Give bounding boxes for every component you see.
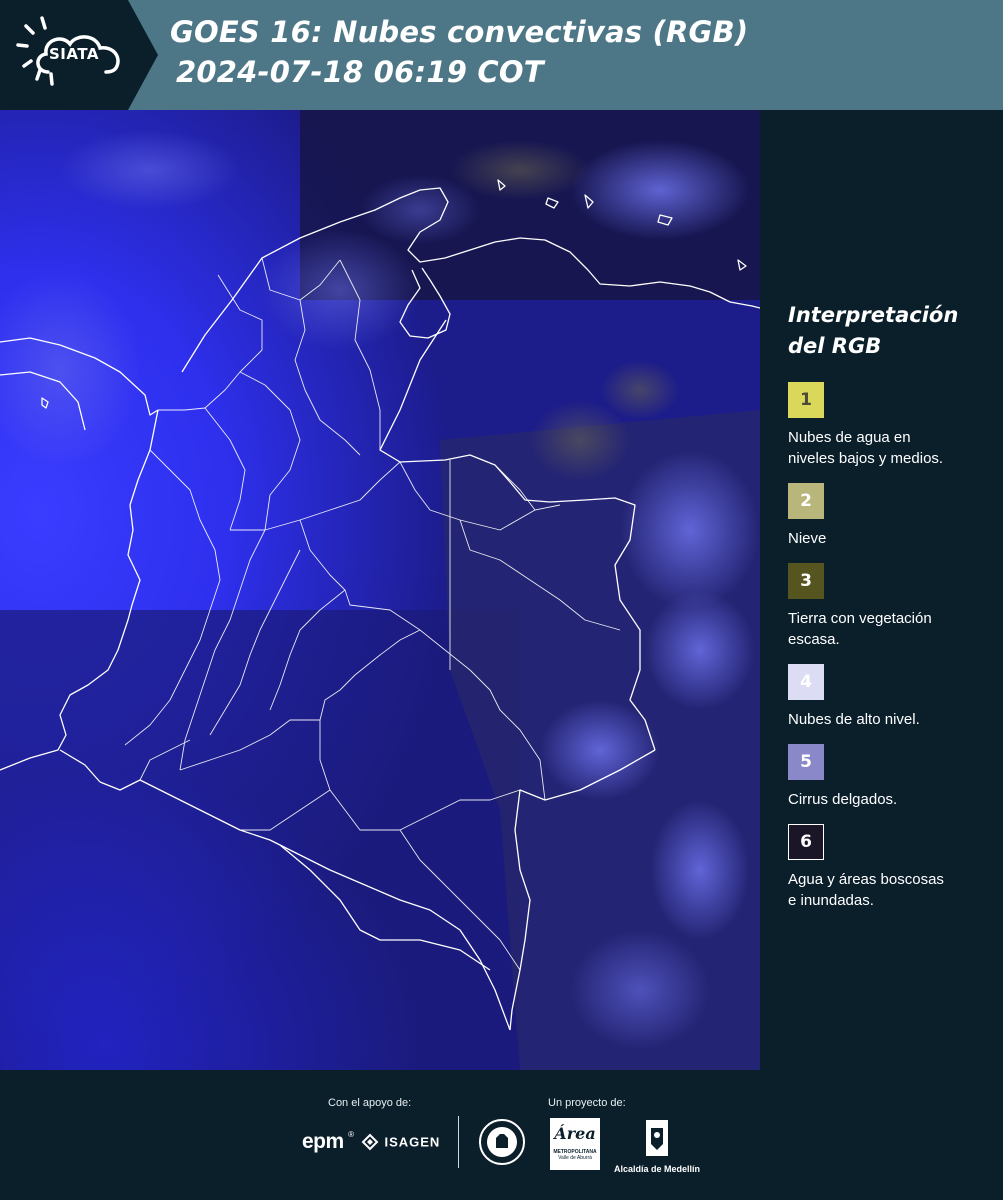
page-timestamp: 2024-07-18 06:19 COT: [176, 55, 544, 89]
epm-logo[interactable]: epm ®: [302, 1130, 354, 1154]
isagen-mark-icon: [361, 1133, 379, 1151]
medellin-seal-logo[interactable]: [478, 1118, 526, 1171]
legend-label: Nieve: [788, 528, 988, 549]
legend-swatch: 3: [788, 563, 824, 599]
legend-label-line1: Nieve: [788, 530, 827, 547]
legend-title: Interpretación del RGB: [788, 300, 988, 362]
isagen-logo-text: ISAGEN: [384, 1134, 441, 1150]
epm-logo-text: epm: [302, 1130, 344, 1153]
alcaldia-logo-text: Alcaldía de Medellín: [613, 1164, 701, 1174]
coat-of-arms-icon: [646, 1120, 668, 1156]
legend-label: Nubes de agua en niveles bajos y medios.: [788, 427, 988, 469]
legend-label-line2: niveles bajos y medios.: [788, 450, 944, 467]
legend-item-5: 5 Cirrus delgados.: [788, 744, 988, 810]
legend-items: 1 Nubes de agua en niveles bajos y medios.…: [788, 382, 988, 911]
legend-title-line1: Interpretación: [788, 303, 959, 327]
legend-label-line2: e inundadas.: [788, 892, 874, 909]
legend-item-4: 4 Nubes de alto nivel.: [788, 664, 988, 730]
legend-item-2: 2 Nieve: [788, 483, 988, 549]
legend-swatch: 2: [788, 483, 824, 519]
siata-logo[interactable]: SIATA: [0, 0, 160, 110]
legend-label: Tierra con vegetación escasa.: [788, 608, 988, 650]
map-south-glow: [0, 610, 520, 1070]
legend-item-3: 3 Tierra con vegetación escasa.: [788, 563, 988, 650]
legend-label-line1: Nubes de agua en: [788, 429, 911, 446]
legend-swatch: 5: [788, 744, 824, 780]
legend-swatch: 1: [788, 382, 824, 418]
legend-label-line1: Tierra con vegetación: [788, 610, 932, 627]
logo-text: SIATA: [49, 45, 100, 63]
page-title: GOES 16: Nubes convectivas (RGB): [170, 15, 749, 49]
satellite-map[interactable]: [0, 110, 760, 1070]
seal-icon: [479, 1119, 525, 1165]
alcaldia-medellin-logo[interactable]: Alcaldía de Medellín: [612, 1118, 702, 1174]
legend-label-line1: Agua y áreas boscosas: [788, 871, 944, 888]
support-caption: Con el apoyo de:: [328, 1097, 412, 1109]
legend-swatch: 4: [788, 664, 824, 700]
rgb-legend: Interpretación del RGB 1 Nubes de agua en…: [788, 300, 988, 925]
legend-item-6: 6 Agua y áreas boscosas e inundadas.: [788, 824, 988, 911]
legend-label-line1: Cirrus delgados.: [788, 791, 898, 808]
legend-label-line1: Nubes de alto nivel.: [788, 711, 920, 728]
project-caption: Un proyecto de:: [548, 1097, 626, 1109]
legend-label: Agua y áreas boscosas e inundadas.: [788, 869, 988, 911]
header-bar: SIATA GOES 16: Nubes convectivas (RGB) 2…: [0, 0, 1003, 110]
legend-item-1: 1 Nubes de agua en niveles bajos y medios.: [788, 382, 988, 469]
footer: Con el apoyo de: Un proyecto de: epm ® I…: [0, 1070, 1003, 1200]
area-metropolitana-logo[interactable]: Área METROPOLITANA Valle de Aburrá: [550, 1118, 600, 1170]
area-logo-line2: Valle de Aburrá: [558, 1155, 592, 1161]
legend-label: Nubes de alto nivel.: [788, 709, 988, 730]
area-logo-script: Área: [554, 1124, 596, 1143]
footer-divider: [458, 1116, 459, 1168]
legend-label: Cirrus delgados.: [788, 789, 988, 810]
legend-title-line2: del RGB: [788, 334, 882, 358]
legend-label-line2: escasa.: [788, 631, 840, 648]
legend-swatch: 6: [788, 824, 824, 860]
registered-mark-icon: ®: [348, 1130, 355, 1139]
isagen-logo[interactable]: ISAGEN: [360, 1132, 440, 1152]
